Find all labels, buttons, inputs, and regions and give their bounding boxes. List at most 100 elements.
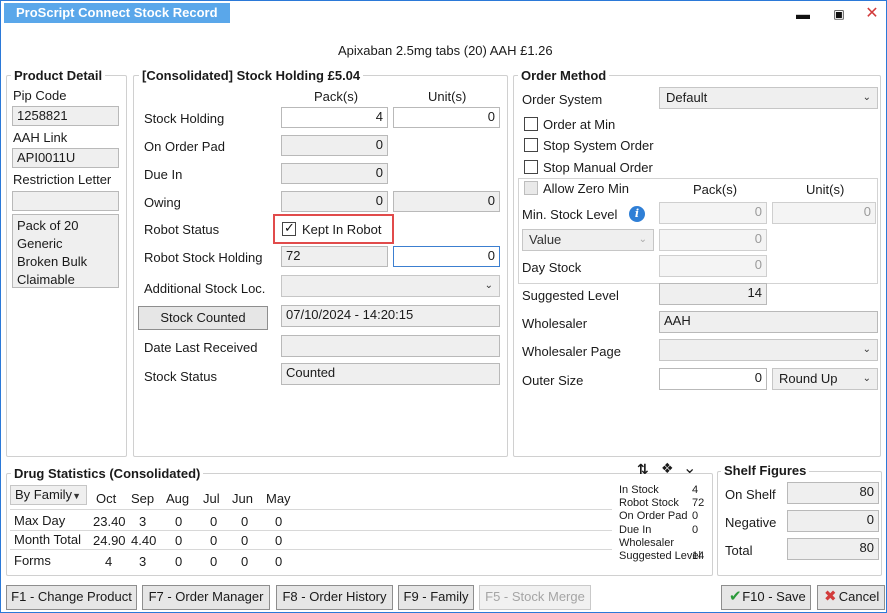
forms-aug: 0 (175, 554, 183, 569)
stock-merge-button[interactable]: F5 - Stock Merge (479, 585, 591, 610)
product-note: Broken Bulk (17, 254, 88, 269)
outer-size-input[interactable]: 0 (659, 368, 767, 390)
summary-wholesaler-label: Wholesaler (619, 537, 675, 549)
collapse-chevron-icon[interactable]: ⌄ (683, 458, 696, 478)
stock-status-field: Counted (281, 363, 500, 385)
max-day-jun: 0 (241, 514, 249, 529)
rounding-select[interactable]: Round Up ⌄ (772, 368, 878, 390)
save-button[interactable]: ✔ F10 - Save (721, 585, 811, 610)
pin-icon[interactable]: ❖ (661, 460, 674, 477)
forms-may: 0 (275, 554, 283, 569)
wholesaler-field: AAH (659, 311, 878, 333)
robot-stock-packs-field: 72 (281, 246, 388, 267)
month-header-oct: Oct (96, 491, 117, 506)
kept-in-robot-label: Kept In Robot (302, 222, 382, 237)
stop-manual-order-checkbox[interactable] (524, 160, 538, 174)
on-shelf-field: 80 (787, 482, 879, 504)
owing-units-field: 0 (393, 191, 500, 212)
stock-holding-label: Stock Holding (144, 111, 225, 126)
summary-on-order-pad-value: 0 (692, 510, 699, 522)
forms-oct: 4 (105, 554, 113, 569)
rounding-select-value: Round Up (779, 371, 838, 386)
swap-icon[interactable]: ⇅ (637, 461, 649, 478)
cancel-button-label: Cancel (838, 589, 880, 604)
forms-jul: 0 (210, 554, 218, 569)
negative-label: Negative (725, 515, 777, 530)
month-total-jul: 0 (210, 533, 218, 548)
cancel-button[interactable]: ✖ Cancel (817, 585, 885, 610)
summary-due-in-value: 0 (692, 524, 699, 536)
wholesaler-page-select[interactable]: ⌄ (659, 339, 878, 361)
min-stock-units-field[interactable]: 0 (772, 202, 876, 224)
order-history-button[interactable]: F8 - Order History (276, 585, 393, 610)
month-total-aug: 0 (175, 533, 183, 548)
pip-code-label: Pip Code (13, 88, 67, 103)
stop-system-order-checkbox[interactable] (524, 138, 538, 152)
units-header: Unit(s) (428, 89, 467, 104)
close-button[interactable]: ✕ (862, 5, 882, 23)
order-method-title: Order Method (518, 68, 610, 84)
minimize-button[interactable]: ▬ (793, 5, 813, 23)
month-header-jun: Jun (232, 491, 253, 506)
forms-label: Forms (14, 553, 51, 568)
restriction-letter-label: Restriction Letter (13, 172, 112, 187)
robot-stock-holding-label: Robot Stock Holding (144, 250, 263, 265)
value-select-text: Value (529, 232, 562, 247)
chevron-down-icon: ⌄ (484, 280, 493, 291)
by-family-select[interactable]: By Family ▼ (10, 485, 87, 505)
order-manager-button[interactable]: F7 - Order Manager (142, 585, 270, 610)
stock-holding-units-input[interactable]: 0 (393, 107, 500, 128)
stock-counted-button[interactable]: Stock Counted (138, 306, 268, 330)
product-notes-box: Pack of 20 Generic Broken Bulk Claimable (12, 214, 119, 288)
month-total-label: Month Total (14, 532, 81, 547)
order-at-min-checkbox[interactable] (524, 117, 538, 131)
value-packs-field[interactable]: 0 (659, 229, 767, 251)
product-note: Claimable (17, 272, 75, 287)
date-last-received-label: Date Last Received (144, 340, 258, 355)
aah-link-field[interactable]: API0011U (12, 148, 119, 168)
max-day-sep: 3 (139, 514, 147, 529)
family-button[interactable]: F9 - Family (398, 585, 474, 610)
month-header-sep: Sep (131, 491, 155, 506)
restriction-letter-field[interactable] (12, 191, 119, 211)
wholesaler-label: Wholesaler (522, 316, 588, 331)
pip-code-field[interactable]: 1258821 (12, 106, 119, 126)
summary-suggested-level-value: 14 (692, 550, 705, 562)
maximize-button[interactable]: ▣ (829, 5, 849, 23)
divider (10, 509, 612, 510)
due-in-label: Due In (144, 167, 183, 182)
divider (10, 549, 612, 550)
negative-field: 0 (787, 510, 879, 532)
additional-stock-loc-label: Additional Stock Loc. (144, 281, 266, 296)
stock-holding-packs-input[interactable]: 4 (281, 107, 388, 128)
additional-stock-loc-select[interactable]: ⌄ (281, 275, 500, 297)
window-title: ProScript Connect Stock Record (4, 3, 230, 23)
kept-in-robot-checkbox[interactable] (282, 220, 296, 236)
change-product-button[interactable]: F1 - Change Product (6, 585, 137, 610)
max-day-label: Max Day (14, 513, 66, 528)
summary-suggested-level-label: Suggested Level (619, 550, 701, 562)
min-stock-packs-field[interactable]: 0 (659, 202, 767, 224)
drug-statistics-title: Drug Statistics (Consolidated) (11, 466, 204, 482)
save-button-label: F10 - Save (742, 589, 806, 604)
product-subtitle: Apixaban 2.5mg tabs (20) AAH £1.26 (338, 43, 553, 58)
divider (10, 530, 612, 531)
info-icon[interactable]: i (629, 206, 645, 222)
value-select[interactable]: Value ⌄ (522, 229, 654, 251)
forms-jun: 0 (241, 554, 249, 569)
day-stock-packs-field[interactable]: 0 (659, 255, 767, 277)
summary-in-stock-label: In Stock (619, 484, 659, 496)
on-order-pad-label: On Order Pad (144, 139, 225, 154)
max-day-may: 0 (275, 514, 283, 529)
robot-stock-units-input[interactable]: 0 (393, 246, 500, 267)
total-label: Total (725, 543, 753, 558)
order-system-select[interactable]: Default ⌄ (659, 87, 878, 109)
owing-packs-field: 0 (281, 191, 388, 212)
on-shelf-label: On Shelf (725, 487, 776, 502)
order-system-value: Default (666, 90, 708, 105)
on-order-pad-field: 0 (281, 135, 388, 156)
robot-status-label: Robot Status (144, 222, 220, 237)
order-system-label: Order System (522, 92, 603, 107)
allow-zero-min-checkbox[interactable] (524, 181, 538, 195)
min-stock-level-label: Min. Stock Level (522, 207, 618, 222)
